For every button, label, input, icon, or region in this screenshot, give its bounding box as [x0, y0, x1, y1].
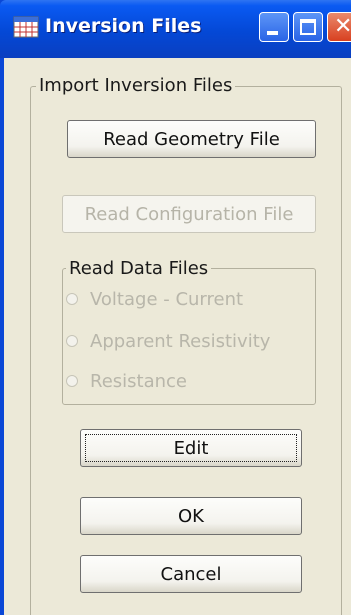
focus-rectangle — [85, 434, 297, 462]
title-bar[interactable]: Inversion Files ✕ — [0, 0, 351, 58]
voltage-current-radio-option[interactable]: Voltage - Current — [66, 286, 243, 312]
radio-label: Voltage - Current — [90, 288, 244, 310]
import-group-title: Import Inversion Files — [36, 75, 236, 96]
maximize-button[interactable] — [293, 12, 323, 42]
grid-table-icon — [13, 16, 39, 38]
apparent-resistivity-radio-option[interactable]: Apparent Resistivity — [66, 328, 270, 354]
close-icon: ✕ — [334, 14, 351, 39]
data-files-group-title: Read Data Files — [66, 258, 212, 279]
resistance-radio-option[interactable]: Resistance — [66, 368, 187, 394]
radio-label: Apparent Resistivity — [90, 330, 271, 352]
read-geometry-file-button[interactable]: Read Geometry File — [67, 120, 316, 158]
inversion-files-window: Inversion Files ✕ Import Inversion Files… — [0, 0, 351, 615]
radio-button[interactable] — [66, 335, 78, 347]
maximize-icon — [300, 19, 316, 35]
cancel-button[interactable]: Cancel — [80, 555, 302, 593]
radio-button[interactable] — [66, 293, 78, 305]
read-configuration-file-button[interactable]: Read Configuration File — [62, 195, 316, 233]
radio-label: Resistance — [90, 370, 187, 392]
close-button[interactable]: ✕ — [327, 12, 351, 42]
minimize-icon — [267, 31, 278, 35]
ok-button[interactable]: OK — [80, 497, 302, 535]
window-title: Inversion Files — [45, 15, 202, 37]
edit-button[interactable]: Edit — [80, 429, 302, 467]
radio-button[interactable] — [66, 375, 78, 387]
minimize-button[interactable] — [259, 12, 289, 42]
